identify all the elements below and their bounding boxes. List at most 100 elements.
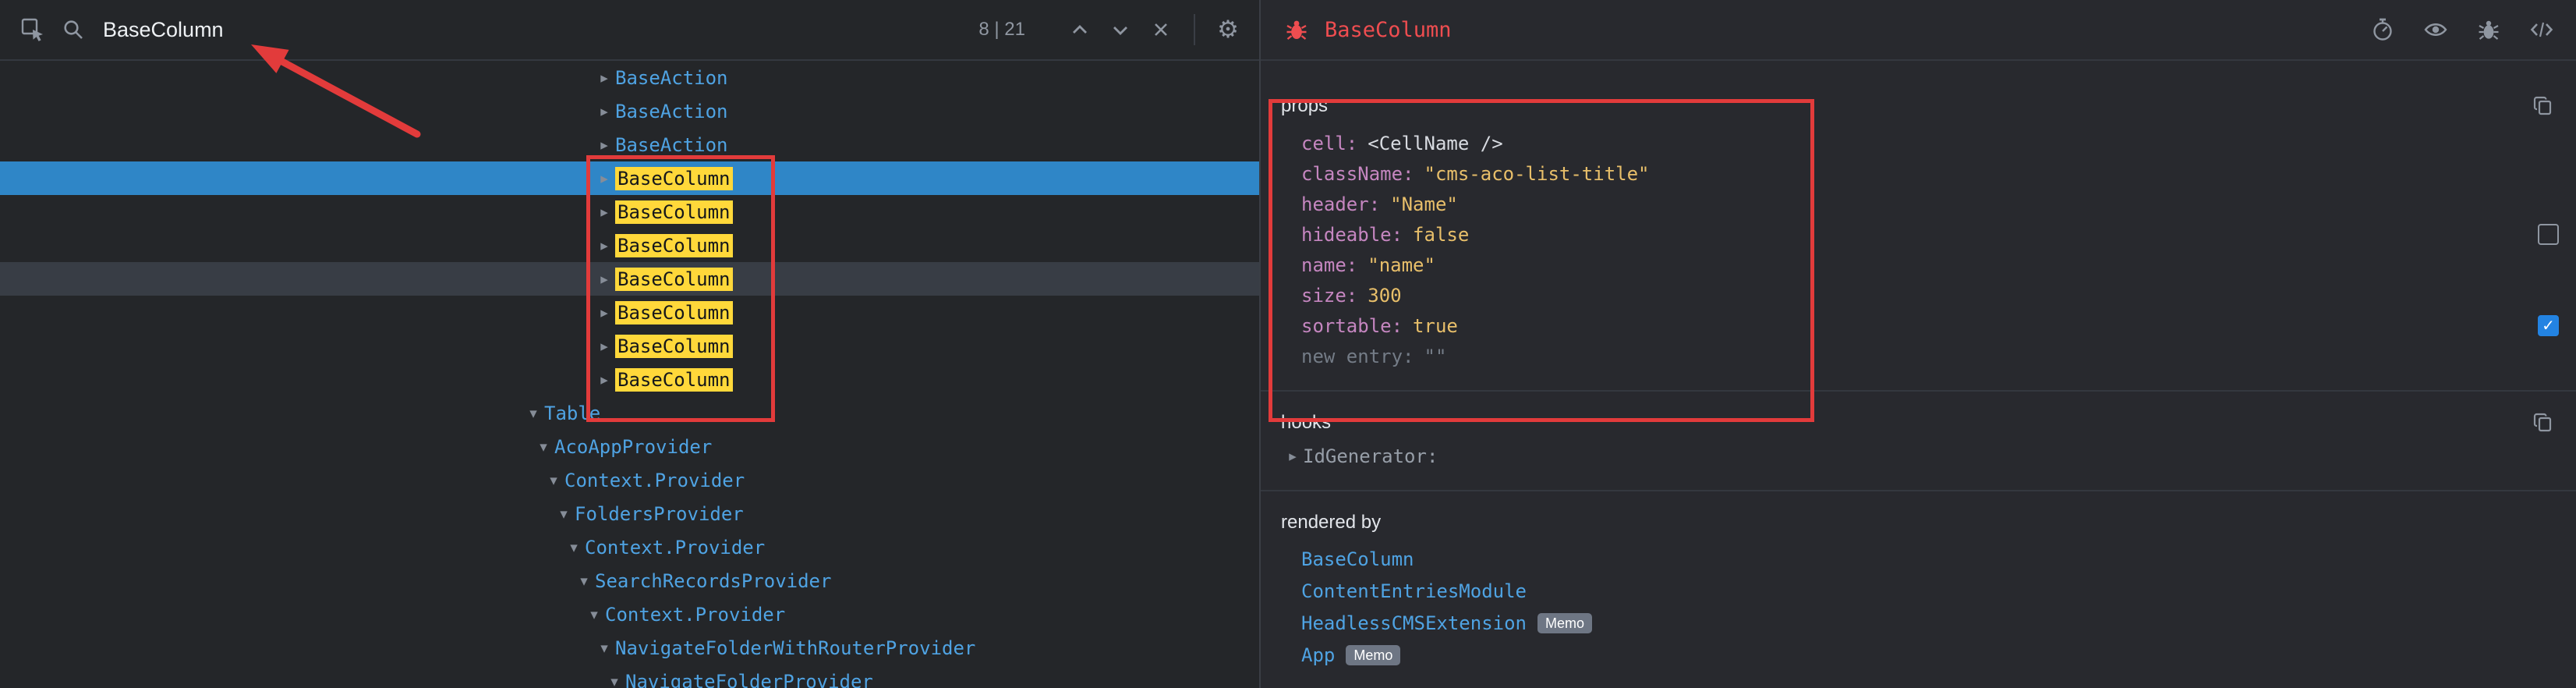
owner-name[interactable]: App [1301,644,1335,666]
tree-row-selected[interactable]: ▸ BaseColumn [0,161,1259,195]
prop-row-new-entry[interactable]: new entry: "" [1301,341,2576,371]
prop-value[interactable]: "Name" [1390,193,1458,215]
chevron-down-icon[interactable]: ▾ [533,438,554,456]
prop-key: cell: [1301,133,1357,154]
chevron-right-icon[interactable]: ▸ [593,103,615,120]
rendered-by-title: rendered by [1281,512,1381,534]
clear-search-button[interactable] [1144,12,1178,47]
tree-row[interactable]: ▸ BaseAction [0,94,1259,128]
chevron-down-icon[interactable]: ▾ [553,505,575,523]
tree-row[interactable]: ▾ SearchRecordsProvider [0,564,1259,598]
chevron-right-icon[interactable]: ▸ [593,371,615,388]
chevron-right-icon[interactable]: ▸ [1283,448,1303,465]
search-input[interactable] [97,18,966,42]
owner-name[interactable]: ContentEntriesModule [1301,580,1527,602]
owner-name[interactable]: BaseColumn [1301,548,1414,570]
prop-row[interactable]: sortable: true ✓ [1301,310,2576,341]
memo-badge: Memo [1537,613,1592,633]
component-name-match: BaseColumn [615,167,733,190]
props-header: props [1261,89,2576,123]
prop-value[interactable]: true [1413,315,1458,337]
component-name-match: BaseColumn [615,368,733,392]
stopwatch-icon [2370,16,2395,43]
rendered-by-item[interactable]: BaseColumn [1301,543,2576,575]
tree-row[interactable]: ▸ BaseAction [0,61,1259,94]
copy-props-button[interactable] [2526,89,2560,123]
chevron-down-icon[interactable]: ▾ [563,539,585,556]
chevron-right-icon[interactable]: ▸ [593,137,615,154]
tree-row[interactable]: ▸ BaseColumn [0,195,1259,229]
tree-row[interactable]: ▾ AcoAppProvider [0,430,1259,463]
tree-row[interactable]: ▾ Context.Provider [0,598,1259,631]
prop-value[interactable]: 300 [1368,285,1401,307]
prop-value[interactable]: "name" [1368,254,1435,276]
rendered-by-item[interactable]: ContentEntriesModule [1301,575,2576,607]
log-data-button[interactable] [2472,12,2506,47]
prev-match-button[interactable] [1063,12,1097,47]
prop-key: header: [1301,193,1380,215]
chevron-right-icon[interactable]: ▸ [593,304,615,321]
chevron-right-icon[interactable]: ▸ [593,69,615,87]
component-name: BaseAction [615,134,728,156]
prop-row[interactable]: cell: <CellName /> [1301,128,2576,158]
prop-row[interactable]: name: "name" [1301,250,2576,280]
checkbox-unchecked[interactable] [2538,224,2559,245]
checkbox-checked[interactable]: ✓ [2538,315,2559,336]
tree-row[interactable]: ▾ Context.Provider [0,463,1259,497]
prop-value[interactable]: <CellName /> [1368,133,1502,154]
chevron-right-icon[interactable]: ▸ [593,338,615,355]
chevron-right-icon[interactable]: ▸ [593,204,615,221]
component-name-match: BaseColumn [615,301,733,324]
tree-row[interactable]: ▾ FoldersProvider [0,497,1259,530]
hooks-section: hooks ▸ IdGenerator: [1261,392,2576,491]
hook-row[interactable]: ▸ IdGenerator: [1261,440,2576,473]
code-brackets-icon [2529,17,2554,42]
component-name: SearchRecordsProvider [595,570,831,592]
settings-button[interactable]: ⚙ [1211,12,1245,47]
tree-row[interactable]: ▾ NavigateFolderProvider [0,665,1259,688]
rendered-by-section: rendered by BaseColumn ContentEntriesMod… [1261,491,2576,688]
owner-name[interactable]: HeadlessCMSExtension [1301,612,1527,634]
timing-button[interactable] [2365,12,2400,47]
chevron-right-icon[interactable]: ▸ [593,237,615,254]
chevron-down-icon[interactable]: ▾ [593,640,615,657]
tree-row[interactable]: ▸ BaseColumn [0,363,1259,396]
chevron-down-icon[interactable]: ▾ [573,573,595,590]
search-results-count: 8 | 21 [978,19,1025,41]
components-tree-panel: 8 | 21 ⚙ ▸ [0,0,1261,688]
tree-row[interactable]: ▾ NavigateFolderWithRouterProvider [0,631,1259,665]
tree-row[interactable]: ▸ BaseColumn [0,329,1259,363]
prop-key: hideable: [1301,224,1403,246]
tree-row[interactable]: ▸ BaseColumn [0,229,1259,262]
copy-icon [2532,95,2554,117]
tree-row[interactable]: ▸ BaseAction [0,128,1259,161]
chevron-down-icon[interactable]: ▾ [583,606,605,623]
prop-row[interactable]: size: 300 [1301,280,2576,310]
chevron-right-icon[interactable]: ▸ [593,170,615,187]
prop-value[interactable]: false [1413,224,1469,246]
rendered-by-item[interactable]: App Memo [1301,639,2576,671]
prop-row[interactable]: hideable: false [1301,219,2576,250]
prop-value[interactable]: "" [1424,346,1447,367]
prop-key: sortable: [1301,315,1403,337]
prop-row[interactable]: header: "Name" [1301,189,2576,219]
tree-row[interactable]: ▾ Table [0,396,1259,430]
tree-row[interactable]: ▾ Context.Provider [0,530,1259,564]
inspect-element-button[interactable] [16,12,50,47]
rendered-by-item[interactable]: HeadlessCMSExtension Memo [1301,607,2576,639]
inspect-dom-button[interactable] [2419,12,2453,47]
chevron-up-icon [1068,18,1092,41]
component-name: BaseAction [615,67,728,89]
prop-value[interactable]: "cms-aco-list-title" [1424,163,1650,185]
tree-row-hovered[interactable]: ▸ BaseColumn [0,262,1259,296]
chevron-down-icon[interactable]: ▾ [522,405,544,422]
view-source-button[interactable] [2525,12,2559,47]
copy-hooks-button[interactable] [2526,406,2560,440]
chevron-right-icon[interactable]: ▸ [593,271,615,288]
hook-name: IdGenerator: [1303,445,1438,467]
tree-row[interactable]: ▸ BaseColumn [0,296,1259,329]
next-match-button[interactable] [1103,12,1138,47]
chevron-down-icon[interactable]: ▾ [603,673,625,688]
prop-row[interactable]: className: "cms-aco-list-title" [1301,158,2576,189]
chevron-down-icon[interactable]: ▾ [543,472,564,489]
